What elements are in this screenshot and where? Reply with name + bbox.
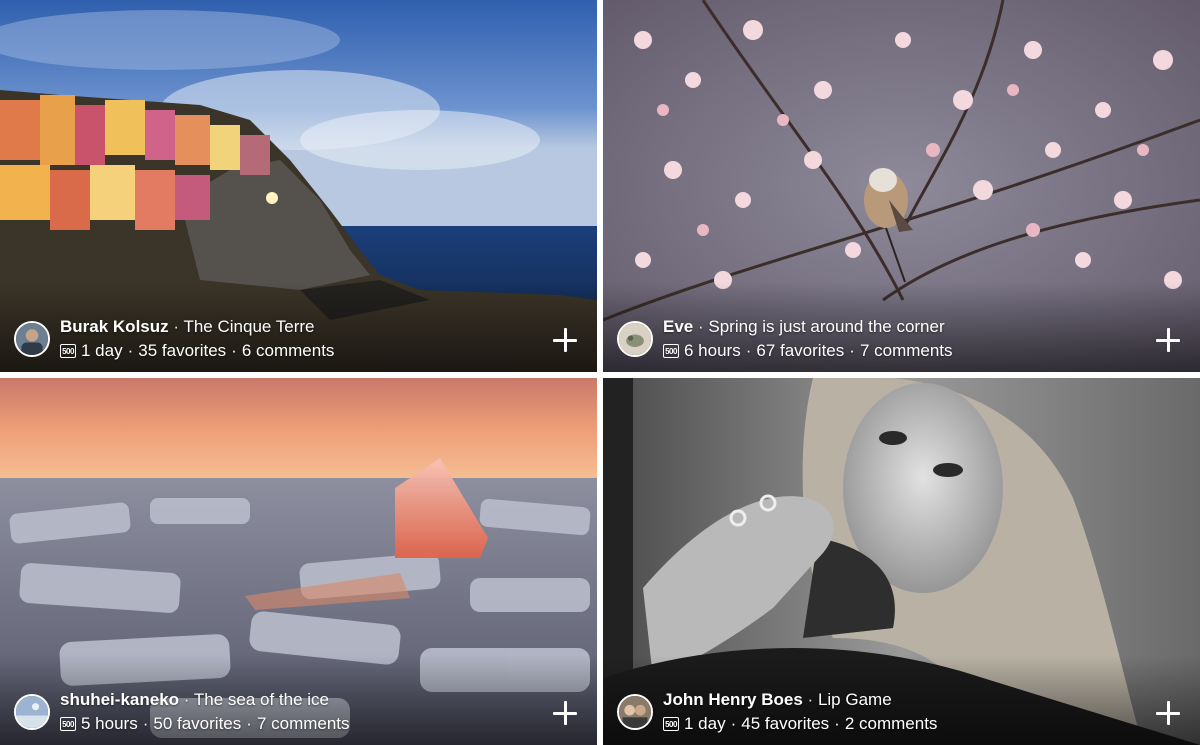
add-to-gallery-button[interactable]: [551, 699, 579, 727]
separator: ·: [697, 317, 704, 336]
author-avatar[interactable]: [14, 321, 50, 357]
500px-logo-icon: 500: [663, 717, 679, 731]
photo-age: 1 day: [684, 714, 726, 733]
comments-count: 6 comments: [241, 341, 335, 360]
favorites-count: 67 favorites: [756, 341, 845, 360]
photo-age: 5 hours: [81, 714, 138, 733]
author-name[interactable]: shuhei-kaneko: [60, 690, 179, 709]
comments-count: 2 comments: [844, 714, 938, 733]
photo-card-cinque-terre[interactable]: Burak Kolsuz · The Cinque Terre 500 1 da…: [0, 0, 597, 372]
photo-title[interactable]: Spring is just around the corner: [708, 317, 944, 336]
separator: ·: [231, 341, 237, 360]
photo-info: shuhei-kaneko · The sea of the ice 500 5…: [14, 689, 350, 735]
photo-age: 6 hours: [684, 341, 741, 360]
add-to-gallery-button[interactable]: [1154, 326, 1182, 354]
photo-card-spring[interactable]: Eve · Spring is just around the corner 5…: [603, 0, 1200, 372]
500px-logo-icon: 500: [60, 717, 76, 731]
photo-card-sea-of-ice[interactable]: shuhei-kaneko · The sea of the ice 500 5…: [0, 378, 597, 745]
author-name[interactable]: John Henry Boes: [663, 690, 803, 709]
author-avatar[interactable]: [617, 321, 653, 357]
favorites-count: 50 favorites: [153, 714, 242, 733]
add-to-gallery-button[interactable]: [551, 326, 579, 354]
photo-info: Eve · Spring is just around the corner 5…: [617, 316, 953, 362]
comments-count: 7 comments: [256, 714, 350, 733]
separator: ·: [745, 341, 752, 360]
separator: ·: [834, 714, 840, 733]
500px-logo-icon: 500: [60, 344, 76, 358]
photo-grid: Burak Kolsuz · The Cinque Terre 500 1 da…: [0, 0, 1200, 745]
photo-title[interactable]: The Cinque Terre: [183, 317, 314, 336]
photo-info: Burak Kolsuz · The Cinque Terre 500 1 da…: [14, 316, 334, 362]
favorites-count: 35 favorites: [138, 341, 227, 360]
photo-card-lip-game[interactable]: John Henry Boes · Lip Game 500 1 day · 4…: [603, 378, 1200, 745]
author-avatar[interactable]: [617, 694, 653, 730]
photo-info: John Henry Boes · Lip Game 500 1 day · 4…: [617, 689, 937, 735]
photo-title[interactable]: The sea of the ice: [194, 690, 329, 709]
separator: ·: [807, 690, 814, 709]
favorites-count: 45 favorites: [741, 714, 830, 733]
separator: ·: [127, 341, 134, 360]
separator: ·: [246, 714, 252, 733]
photo-age: 1 day: [81, 341, 123, 360]
author-avatar[interactable]: [14, 694, 50, 730]
photo-title[interactable]: Lip Game: [818, 690, 892, 709]
add-to-gallery-button[interactable]: [1154, 699, 1182, 727]
separator: ·: [730, 714, 737, 733]
separator: ·: [142, 714, 149, 733]
separator: ·: [173, 317, 180, 336]
author-name[interactable]: Burak Kolsuz: [60, 317, 169, 336]
author-name[interactable]: Eve: [663, 317, 693, 336]
separator: ·: [183, 690, 190, 709]
comments-count: 7 comments: [859, 341, 953, 360]
500px-logo-icon: 500: [663, 344, 679, 358]
separator: ·: [849, 341, 855, 360]
